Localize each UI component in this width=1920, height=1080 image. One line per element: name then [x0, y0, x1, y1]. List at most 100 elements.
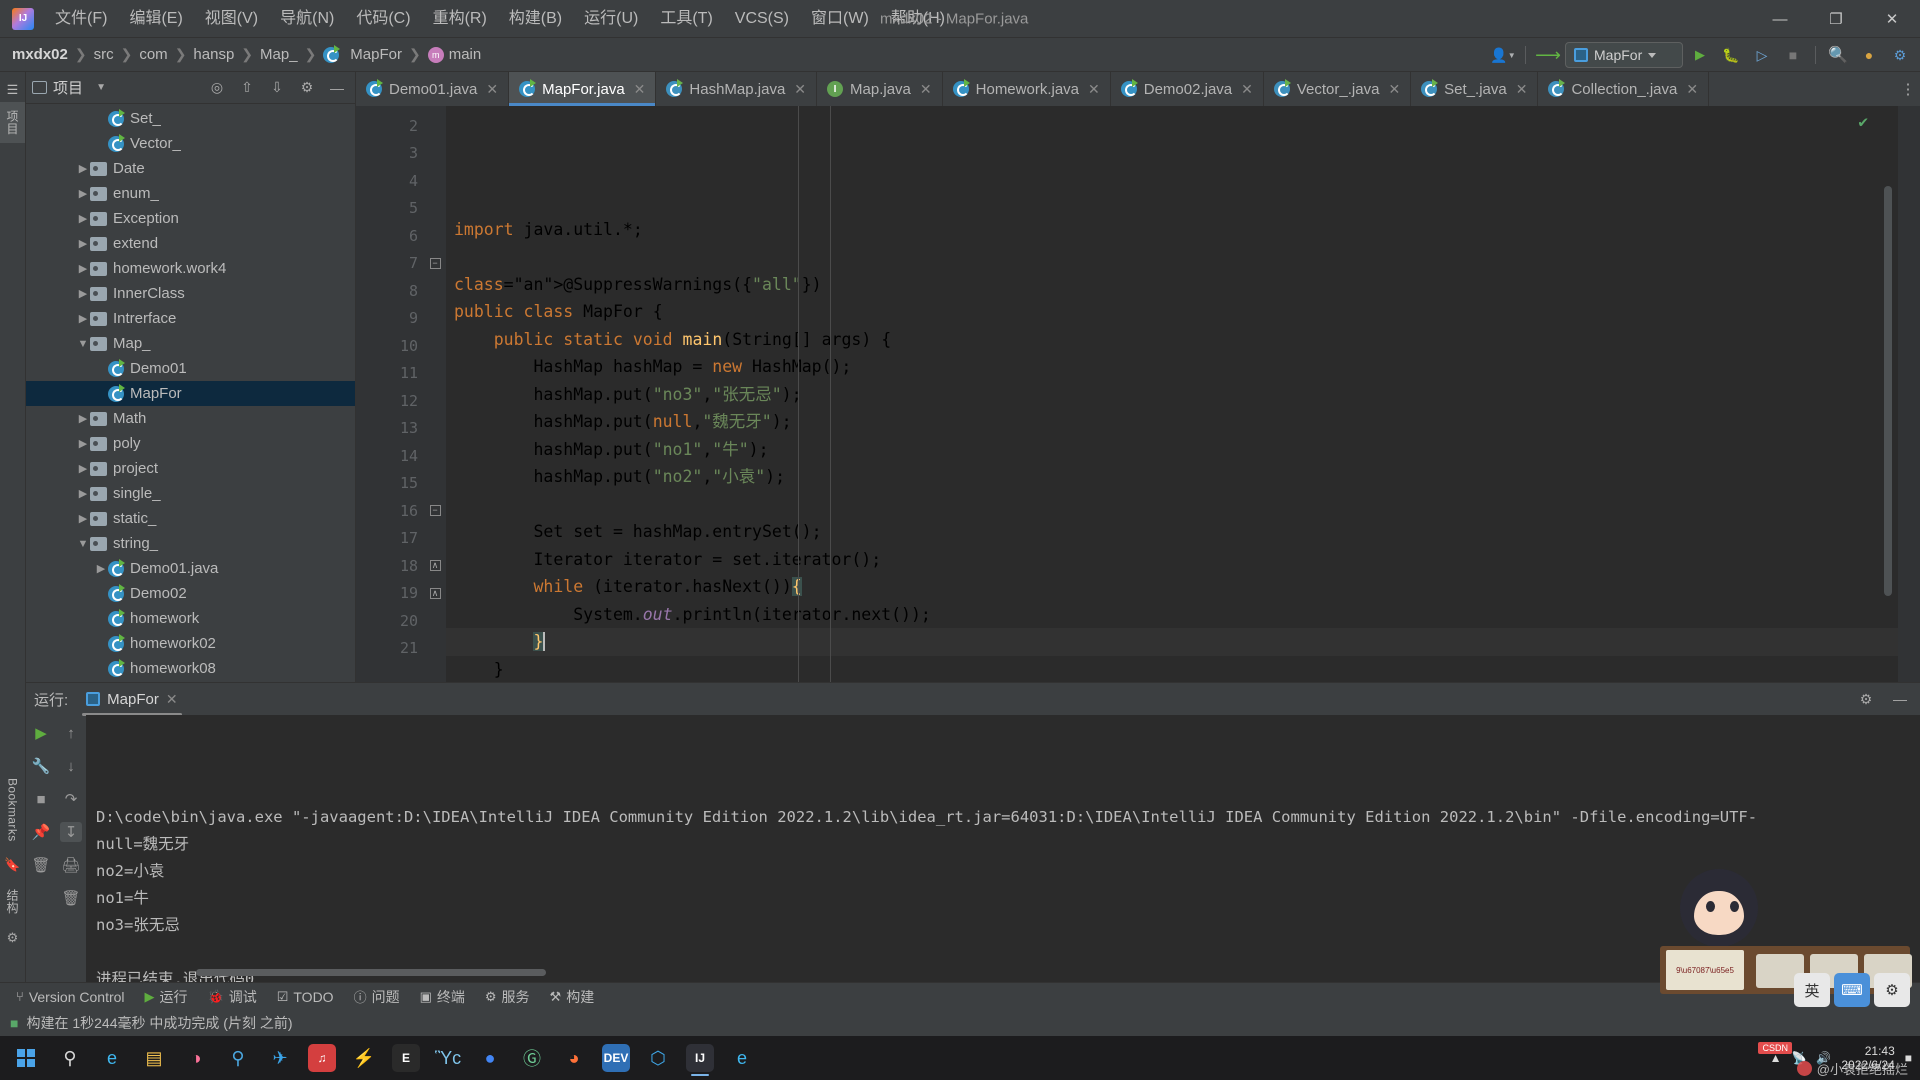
code-line[interactable] — [446, 491, 1898, 519]
line-number[interactable]: 20 — [356, 607, 424, 635]
tree-node[interactable]: ▶ project — [26, 456, 355, 481]
tree-node[interactable]: ▶homework — [26, 606, 355, 631]
chevron-right-icon[interactable]: ▶ — [76, 212, 90, 225]
breadcrumb-item-hansp[interactable]: hansp — [189, 44, 238, 65]
sidebar-tab-structure[interactable]: 结构 — [0, 881, 25, 922]
chevron-right-icon[interactable]: ▶ — [76, 487, 90, 500]
status-terminal[interactable]: ▣ 终端 — [412, 985, 473, 1009]
tree-node[interactable]: ▼ Map_ — [26, 331, 355, 356]
console-output[interactable]: D:\code\bin\java.exe "-javaagent:D:\IDEA… — [86, 715, 1920, 982]
taskbar-edge2[interactable]: e — [722, 1039, 762, 1077]
line-number[interactable]: 10 — [356, 332, 424, 360]
chevron-right-icon[interactable]: ▶ — [76, 462, 90, 475]
editor-tab-vector_-java[interactable]: Vector_.java ✕ — [1264, 72, 1412, 106]
status-todo[interactable]: ☑ TODO — [269, 987, 342, 1007]
minimize-button[interactable]: — — [1752, 0, 1808, 38]
close-icon[interactable]: ✕ — [634, 81, 646, 98]
close-icon[interactable]: ✕ — [1241, 81, 1253, 98]
code-line[interactable]: import java.util.*; — [446, 216, 1898, 244]
pin-icon[interactable]: 📌 — [30, 822, 52, 842]
tree-node[interactable]: ▶ Intrerface — [26, 306, 355, 331]
tree-node[interactable]: ▶homework02 — [26, 631, 355, 656]
notifications-icon[interactable]: ● — [1855, 42, 1883, 68]
debug-button[interactable]: 🐛 — [1717, 42, 1745, 68]
breadcrumb-item-map[interactable]: Map_ — [256, 44, 302, 65]
chevron-right-icon[interactable]: ▶ — [76, 262, 90, 275]
status-debug[interactable]: 🐞 调试 — [200, 985, 265, 1009]
editor-tab-mapfor-java[interactable]: MapFor.java ✕ — [509, 72, 657, 106]
fold-marker[interactable]: ∧ — [424, 580, 446, 608]
tree-node[interactable]: ▶Demo02 — [26, 581, 355, 606]
line-number[interactable]: 5 — [356, 195, 424, 223]
project-tool-icon[interactable]: ☰ — [7, 82, 19, 98]
code-line[interactable]: public class MapFor { — [446, 298, 1898, 326]
line-number[interactable]: 14 — [356, 442, 424, 470]
editor-tab-collection_-java[interactable]: Collection_.java ✕ — [1538, 72, 1710, 106]
code-line[interactable]: Iterator iterator = set.iterator(); — [446, 546, 1898, 574]
code-folding-column[interactable]: − − ∧ ∧ — [424, 106, 446, 682]
line-number[interactable]: 13 — [356, 415, 424, 443]
line-number[interactable]: 12 — [356, 387, 424, 415]
close-icon[interactable]: ✕ — [486, 81, 498, 98]
taskbar-intellij[interactable]: IJ — [680, 1039, 720, 1077]
line-number[interactable]: 4 — [356, 167, 424, 195]
locate-crosshair-icon[interactable]: ◎ — [205, 76, 229, 100]
user-account-icon[interactable]: 👤 ▼ — [1489, 42, 1517, 68]
code-line[interactable]: hashMap.put("no2","小袁"); — [446, 463, 1898, 491]
tree-node[interactable]: ▶ single_ — [26, 481, 355, 506]
taskbar-firefox[interactable]: ◕ — [554, 1039, 594, 1077]
code-line[interactable]: System.out.println(iterator.next()); — [446, 601, 1898, 629]
tree-node[interactable]: ▶ Demo01.java — [26, 556, 355, 581]
editor-tab-set_-java[interactable]: Set_.java ✕ — [1411, 72, 1539, 106]
menu-vcs[interactable]: VCS(S) — [724, 4, 800, 34]
taskbar-photos[interactable]: Ὓc — [428, 1039, 468, 1077]
status-version-control[interactable]: ⑂ Version Control — [8, 987, 133, 1007]
taskbar-edge[interactable]: e — [92, 1039, 132, 1077]
run-with-coverage-button[interactable]: ▷ — [1748, 42, 1776, 68]
menu-edit[interactable]: 编辑(E) — [118, 4, 193, 34]
close-icon[interactable]: ✕ — [166, 691, 178, 708]
taskbar-vscode[interactable]: ⬡ — [638, 1039, 678, 1077]
tree-node[interactable]: ▶MapFor — [26, 381, 355, 406]
arrow-up-icon[interactable]: ↑ — [60, 723, 82, 743]
menu-build[interactable]: 构建(B) — [498, 4, 573, 34]
breadcrumb-item-method[interactable]: m main — [424, 44, 486, 65]
windows-start-icon[interactable] — [6, 1039, 46, 1077]
wrench-icon[interactable]: 🔧 — [30, 756, 52, 776]
tab-list-more-icon[interactable]: ⋮ — [1896, 72, 1920, 106]
editor-tab-homework-java[interactable]: Homework.java ✕ — [943, 72, 1111, 106]
chevron-down-icon[interactable]: ▼ — [76, 338, 90, 350]
sidebar-tab-project[interactable]: 项目 — [0, 102, 25, 143]
code-line[interactable] — [446, 243, 1898, 271]
tree-node[interactable]: ▶homework08 — [26, 656, 355, 681]
tree-node[interactable]: ▶ Date — [26, 156, 355, 181]
editor-tab-demo02-java[interactable]: Demo02.java ✕ — [1111, 72, 1264, 106]
scroll-to-end-icon[interactable]: ↧ — [60, 822, 82, 842]
line-number[interactable]: 7 — [356, 250, 440, 278]
rerun-play-icon[interactable]: ▶ — [30, 723, 52, 743]
menu-view[interactable]: 视图(V) — [194, 4, 269, 34]
print-icon[interactable]: 🖨 — [60, 855, 82, 875]
taskbar-clash[interactable]: Ⓖ — [512, 1039, 552, 1077]
tree-node[interactable]: ▶ poly — [26, 431, 355, 456]
close-icon[interactable]: ✕ — [1388, 81, 1400, 98]
run-button[interactable]: ▶ — [1686, 42, 1714, 68]
run-tab-mapfor[interactable]: MapFor ✕ — [78, 688, 185, 716]
taskbar-netease[interactable]: ♫ — [302, 1039, 342, 1077]
tree-node[interactable]: ▶ extend — [26, 231, 355, 256]
console-horizontal-scrollbar[interactable] — [196, 969, 546, 976]
bookmark-icon[interactable]: 🔖 — [4, 857, 20, 873]
code-line[interactable]: Set set = hashMap.entrySet(); — [446, 518, 1898, 546]
maximize-button[interactable]: ❐ — [1808, 0, 1864, 38]
trash-icon[interactable]: 🗑 — [30, 855, 52, 875]
editor-tab-map-java[interactable]: Map.java ✕ — [817, 72, 943, 106]
expand-all-icon[interactable]: ⇧ — [235, 76, 259, 100]
status-run[interactable]: ▶ 运行 — [137, 985, 196, 1009]
tree-node[interactable]: ▼ string_ — [26, 531, 355, 556]
status-build[interactable]: ⚒ 构建 — [542, 985, 603, 1009]
stop-square-icon[interactable]: ■ — [30, 789, 52, 809]
checkmark-ok-icon[interactable]: ✔ — [1858, 112, 1868, 131]
code-line[interactable] — [446, 188, 1898, 216]
close-icon[interactable]: ✕ — [1686, 81, 1698, 98]
project-tree[interactable]: ▶Set_▶Vector_▶Date▶enum_▶Exception▶exten… — [26, 104, 355, 682]
